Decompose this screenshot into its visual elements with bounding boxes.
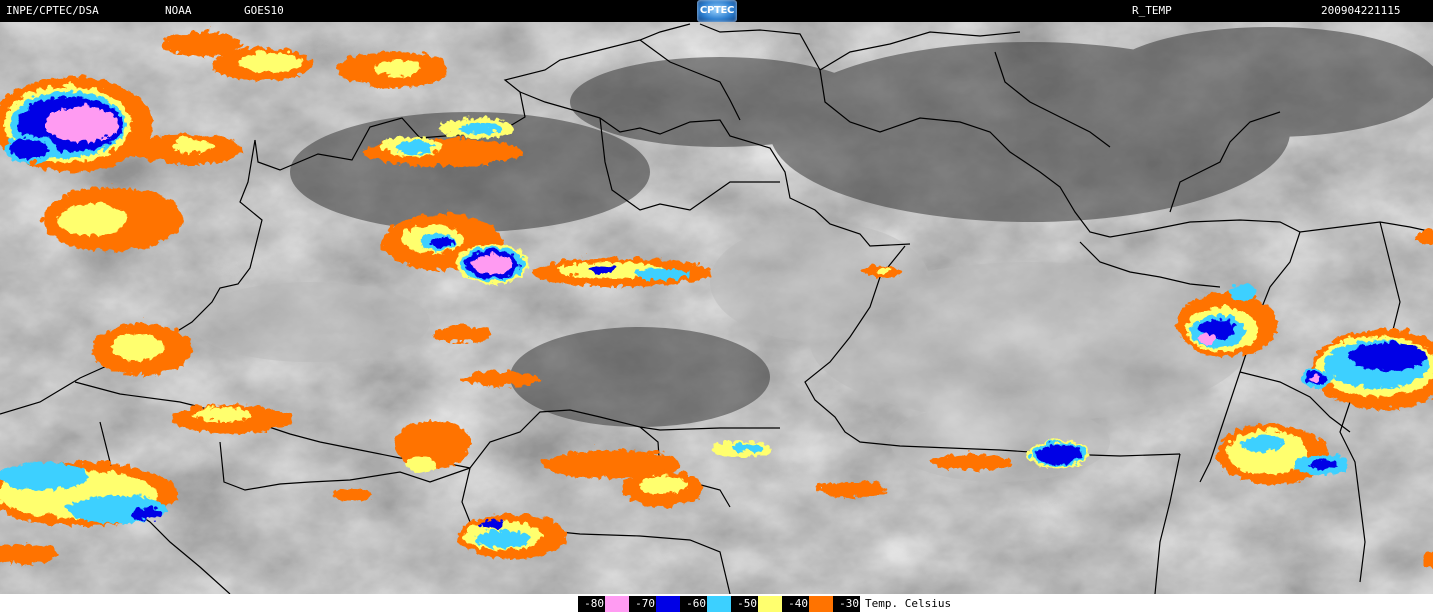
legend-label-minus50: -50 [731,596,758,612]
imagery-svg [0,22,1433,594]
satellite-image-frame: INPE/CPTEC/DSA NOAA GOES10 CPTEC R_TEMP … [0,0,1433,614]
satellite-imagery [0,22,1433,594]
organization-label: INPE/CPTEC/DSA [6,4,99,17]
satellite-label: GOES10 [244,4,284,17]
legend-label-minus40: -40 [782,596,809,612]
cptec-logo: CPTEC [697,0,737,22]
legend-swatch-minus60 [707,596,731,612]
legend-swatch-minus80 [605,596,629,612]
legend-swatch-minus50 [758,596,782,612]
legend-label-minus60: -60 [680,596,707,612]
legend-swatch-minus70 [656,596,680,612]
footer-bar: -80 -70 -60 -50 -40 -30 Temp. Celsius [0,594,1433,614]
header-bar: INPE/CPTEC/DSA NOAA GOES10 CPTEC R_TEMP … [0,0,1433,22]
temperature-legend: -80 -70 -60 -50 -40 -30 Temp. Celsius [578,596,951,612]
legend-label-minus80: -80 [578,596,605,612]
satellite-agency-label: NOAA [165,4,192,17]
legend-swatch-minus40 [809,596,833,612]
legend-label-minus30: -30 [833,596,860,612]
legend-unit-label: Temp. Celsius [865,597,952,610]
product-label: R_TEMP [1132,4,1172,17]
timestamp-label: 200904221115 [1321,4,1401,17]
legend-label-minus70: -70 [629,596,656,612]
